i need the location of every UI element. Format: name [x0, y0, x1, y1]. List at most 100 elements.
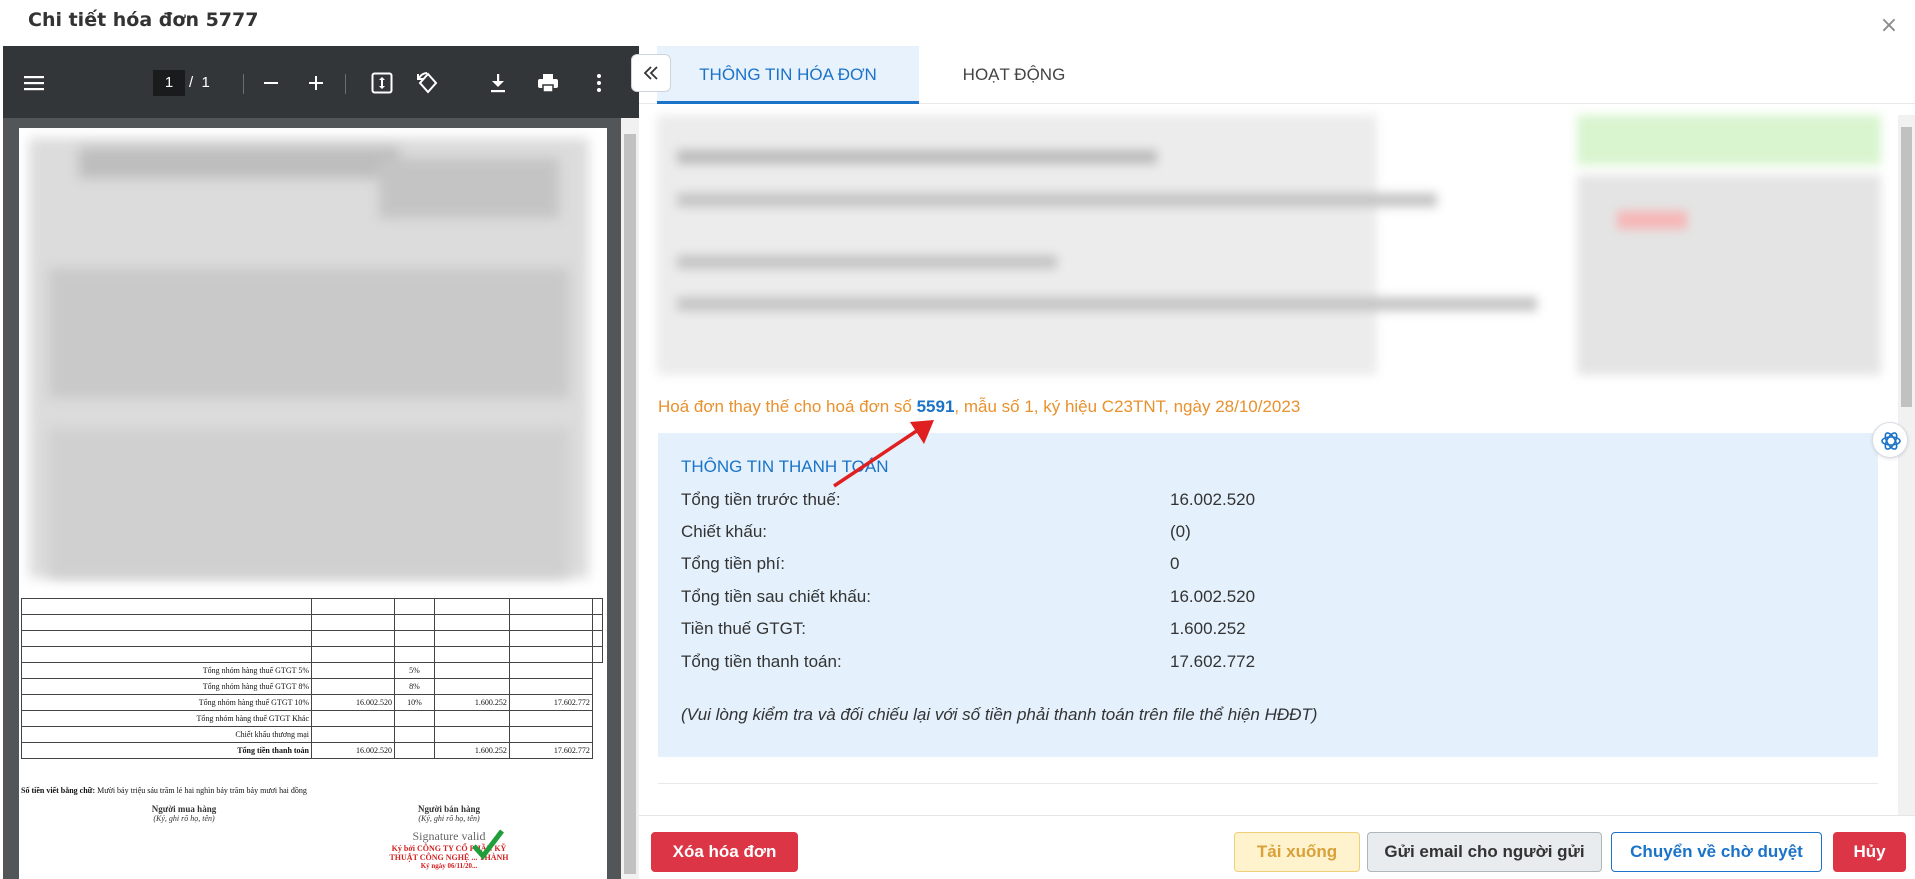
- pdf-viewer: 1 / 1 Tổng nhóm hàng thuế GTGT 5% 5% Tổn…: [3, 46, 639, 879]
- pdf-toolbar: 1 / 1: [3, 46, 639, 118]
- pdf-scrollbar[interactable]: [621, 118, 639, 879]
- signed-date: Ký ngày 06/11/20...: [420, 862, 478, 870]
- invoice-total-row: Tổng nhóm hàng thuế GTGT 10% 16.002.520 10…: [21, 694, 603, 711]
- tab-activity[interactable]: HOẠT ĐỘNG: [919, 46, 1109, 104]
- blurred-invoice-meta: [379, 158, 559, 218]
- buyer-label: Người mua hàng: [151, 804, 217, 814]
- page-total: / 1: [189, 74, 210, 91]
- invoice-total-cell: [394, 710, 435, 727]
- toolbar-divider: [345, 74, 346, 94]
- invoice-item-cell: [310, 614, 396, 631]
- invoice-item-cell: [433, 614, 510, 631]
- invoice-item-cell: [508, 598, 593, 615]
- modal-footer: Xóa hóa đơn Tải xuống Gửi email cho ngườ…: [639, 815, 1915, 879]
- invoice-item-cell: [433, 598, 510, 615]
- zoom-out-icon[interactable]: [258, 70, 284, 96]
- invoice-item-cell: [310, 646, 396, 663]
- blurred-invoice-summary: [657, 115, 1881, 377]
- payment-row-label: Tổng tiền phí:: [681, 554, 785, 573]
- buyer-signature-block: Người mua hàng (Ký, ghi rõ họ, tên): [109, 804, 259, 823]
- invoice-total-cell: Tổng nhóm hàng thuế GTGT 10%: [21, 694, 312, 711]
- payment-row-value: 0: [1170, 554, 1180, 573]
- invoice-item-cell: [508, 630, 593, 647]
- delete-invoice-button[interactable]: Xóa hóa đơn: [651, 832, 798, 872]
- tab-invoice-info[interactable]: THÔNG TIN HÓA ĐƠN: [657, 46, 919, 104]
- invoice-total-cell: 17.602.772: [508, 694, 593, 711]
- payment-row-label: Tiền thuế GTGT:: [681, 619, 807, 638]
- invoice-total-cell: 17.602.772: [508, 742, 593, 759]
- menu-icon[interactable]: [21, 70, 47, 96]
- content-scrollbar-thumb[interactable]: [1901, 127, 1912, 407]
- invoice-item-cell: [591, 614, 604, 631]
- invoice-item-cell: [21, 614, 312, 631]
- invoice-total-cell: [310, 710, 396, 727]
- invoice-item-cell: [394, 630, 435, 647]
- invoice-total-cell: [433, 678, 510, 695]
- invoice-item-cell: [433, 646, 510, 663]
- payment-row-label: Tổng tiền trước thuế:: [681, 490, 841, 509]
- invoice-item-row: [21, 598, 604, 615]
- modal-header: Chi tiết hóa đơn 5777 ×: [0, 0, 1915, 46]
- invoice-item-cell: [394, 614, 435, 631]
- fit-page-icon[interactable]: [369, 70, 395, 96]
- cancel-button[interactable]: Hủy: [1833, 832, 1906, 872]
- payment-row-label: Chiết khấu:: [681, 522, 767, 541]
- content-scrollbar[interactable]: [1898, 115, 1915, 815]
- zoom-in-icon[interactable]: [303, 70, 329, 96]
- section-divider: [658, 783, 1878, 784]
- invoice-info-panel: Hoá đơn thay thế cho hoá đơn số 5591, mẫ…: [639, 105, 1898, 815]
- modal-title: Chi tiết hóa đơn 5777: [28, 9, 259, 31]
- invoice-item-cell: [310, 598, 396, 615]
- blurred-seller-info: [79, 148, 399, 178]
- payment-row-value: 16.002.520: [1170, 490, 1256, 509]
- payment-row-value: 16.002.520: [1170, 587, 1256, 606]
- invoice-item-cell: [591, 646, 604, 663]
- download-icon[interactable]: [485, 70, 511, 96]
- payment-row-label: Tổng tiền sau chiết khấu:: [681, 587, 871, 606]
- invoice-total-row: Tổng nhóm hàng thuế GTGT Khác: [21, 710, 603, 727]
- download-button[interactable]: Tải xuống: [1234, 832, 1360, 872]
- signed-by-line2: THUẬT CÔNG NGHỆ ... THÀNH: [389, 853, 509, 862]
- invoice-total-row: Tổng nhóm hàng thuế GTGT 5% 5%: [21, 662, 603, 679]
- collapse-pdf-button[interactable]: [631, 54, 671, 92]
- invoice-item-cell: [21, 598, 312, 615]
- invoice-totals-table: Tổng nhóm hàng thuế GTGT 5% 5% Tổng nhóm h…: [21, 598, 604, 759]
- seller-label: Người bán hàng: [418, 804, 480, 814]
- payment-row-label: Tổng tiền thanh toán:: [681, 652, 842, 671]
- payment-row-value: (0): [1170, 522, 1191, 541]
- move-to-pending-button[interactable]: Chuyển về chờ duyệt: [1611, 832, 1822, 872]
- close-icon[interactable]: ×: [1877, 14, 1901, 38]
- pdf-scrollbar-thumb[interactable]: [624, 134, 636, 874]
- payment-verify-note: (Vui lòng kiểm tra và đối chiếu lại với …: [681, 705, 1318, 724]
- rotate-icon[interactable]: [415, 70, 441, 96]
- ai-assistant-button[interactable]: [1872, 422, 1908, 458]
- amount-in-words-label: Số tiền viết bằng chữ:: [21, 786, 96, 795]
- invoice-total-cell: [508, 678, 593, 695]
- invoice-total-cell: [310, 726, 396, 743]
- invoice-item-cell: [433, 630, 510, 647]
- invoice-total-cell: Tổng nhóm hàng thuế GTGT 5%: [21, 662, 312, 679]
- seller-hint: (Ký, ghi rõ họ, tên): [418, 814, 480, 823]
- invoice-total-cell: [310, 662, 396, 679]
- invoice-total-cell: [508, 662, 593, 679]
- invoice-detail-modal: Chi tiết hóa đơn 5777 × 1 / 1 Tổng nhóm …: [0, 0, 1915, 879]
- invoice-total-cell: [394, 726, 435, 743]
- invoice-item-cell: [394, 646, 435, 663]
- invoice-item-row: [21, 630, 604, 647]
- invoice-total-cell: 16.002.520: [310, 694, 396, 711]
- invoice-item-cell: [310, 630, 396, 647]
- more-vertical-icon[interactable]: [586, 70, 612, 96]
- ai-assistant-icon: [1881, 432, 1901, 450]
- checkmark-icon: [472, 829, 504, 860]
- replacement-invoice-note: Hoá đơn thay thế cho hoá đơn số 5591, mẫ…: [658, 397, 1300, 417]
- email-sender-button[interactable]: Gửi email cho người gửi: [1367, 832, 1602, 872]
- print-icon[interactable]: [535, 70, 561, 96]
- blurred-buyer-info: [49, 268, 569, 398]
- buyer-hint: (Ký, ghi rõ họ, tên): [153, 814, 215, 823]
- page-number-input[interactable]: 1: [153, 70, 185, 96]
- seller-signature-block: Người bán hàng (Ký, ghi rõ họ, tên) Sign…: [359, 804, 539, 870]
- payment-row-value: 17.602.772: [1170, 652, 1256, 671]
- invoice-item-row: [21, 614, 604, 631]
- amount-in-words: Số tiền viết bằng chữ: Mười bảy triệu sá…: [21, 786, 307, 795]
- toolbar-divider: [243, 74, 244, 94]
